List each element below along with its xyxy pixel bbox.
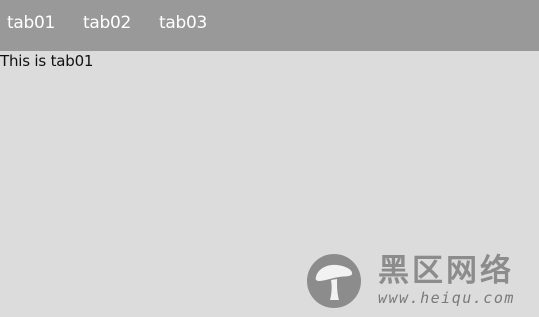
watermark-title: 黑区网络 bbox=[378, 253, 514, 289]
tab-content-text: This is tab01 bbox=[0, 52, 94, 70]
mushroom-icon bbox=[307, 254, 361, 308]
watermark: 黑区网络 www.heiqu.com bbox=[306, 253, 532, 311]
tab-bar: tab01 tab02 tab03 bbox=[0, 0, 539, 51]
tab-tab03[interactable]: tab03 bbox=[159, 12, 207, 34]
tab-tab01[interactable]: tab01 bbox=[7, 12, 55, 34]
tab-tab02[interactable]: tab02 bbox=[83, 12, 131, 34]
watermark-url: www.heiqu.com bbox=[378, 289, 515, 307]
